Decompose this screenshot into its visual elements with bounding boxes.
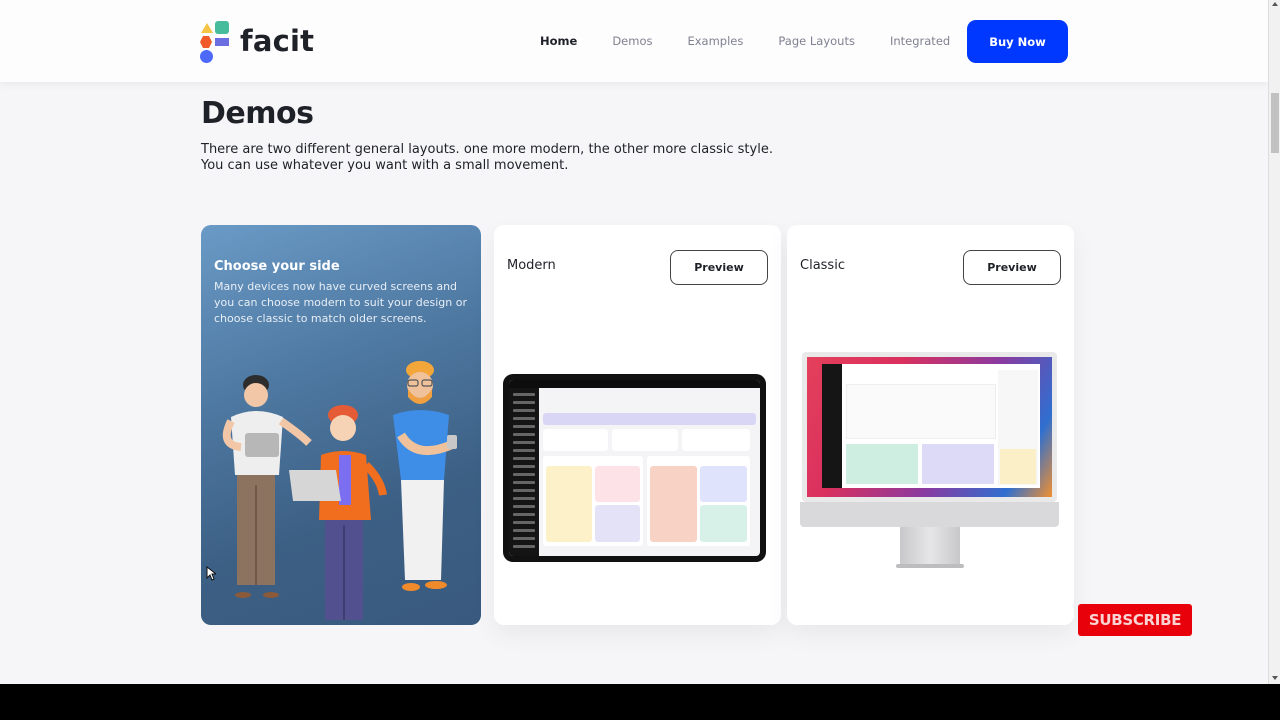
logo[interactable]: facit — [200, 20, 314, 64]
classic-demo-card: Classic Preview — [787, 225, 1074, 625]
section-title: Demos — [201, 96, 314, 131]
hero-title: Choose your side — [214, 259, 340, 274]
ipad-mockup-image — [503, 374, 766, 562]
site-header: facit Home Demos Examples Page Layouts I… — [0, 0, 1268, 82]
imac-mockup-image — [800, 352, 1059, 572]
man-with-phone-figure — [393, 361, 457, 591]
page-scrollbar[interactable] — [1268, 0, 1280, 684]
people-illustration — [222, 361, 457, 620]
section-description: There are two different general layouts.… — [201, 142, 773, 174]
logo-text: facit — [240, 24, 315, 58]
modern-preview-button[interactable]: Preview — [670, 250, 768, 285]
hero-text: Many devices now have curved screens and… — [214, 280, 468, 325]
video-bottom-bar — [0, 684, 1280, 720]
modern-demo-card: Modern Preview — [494, 225, 781, 625]
nav-examples[interactable]: Examples — [687, 34, 743, 48]
scrollbar-thumb[interactable] — [1271, 93, 1279, 153]
mouse-cursor-icon — [206, 566, 216, 581]
description-line-1: There are two different general layouts.… — [201, 142, 773, 157]
choose-side-card: Choose your side Many devices now have c… — [201, 225, 481, 625]
scroll-down-arrow-icon[interactable] — [1272, 676, 1278, 680]
nav-page-layouts[interactable]: Page Layouts — [778, 34, 855, 48]
classic-preview-button[interactable]: Preview — [963, 250, 1061, 285]
nav-demos[interactable]: Demos — [612, 34, 652, 48]
scroll-up-arrow-icon[interactable] — [1272, 2, 1278, 6]
description-line-2: You can use whatever you want with a sma… — [201, 158, 569, 173]
main-nav: Home Demos Examples Page Layouts Integra… — [540, 20, 985, 62]
nav-integrated[interactable]: Integrated — [890, 34, 950, 48]
classic-label: Classic — [800, 258, 845, 273]
modern-label: Modern — [507, 258, 556, 273]
facit-logo-icon — [200, 21, 230, 63]
subscribe-button[interactable]: SUBSCRIBE — [1078, 604, 1192, 636]
nav-home[interactable]: Home — [540, 34, 577, 48]
buy-now-button[interactable]: Buy Now — [967, 20, 1068, 63]
